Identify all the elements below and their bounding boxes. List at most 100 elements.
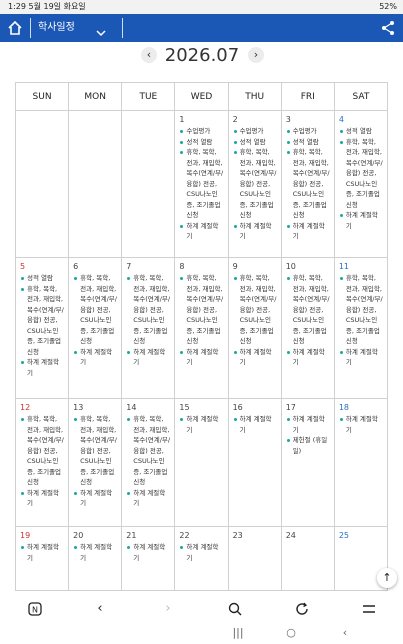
calendar-event[interactable]: 하계 계절학기 bbox=[339, 414, 383, 435]
calendar-day-cell[interactable]: 14 휴학, 복학, 전과, 재입학, 복수(연계/부/융합) 전공, CSU나노… bbox=[121, 398, 176, 527]
calendar-event[interactable]: 휴학, 복학, 전과, 재입학, 복수(연계/부/융합) 전공, CSU나노인증… bbox=[20, 284, 64, 358]
calendar-event[interactable]: 성적 열람 bbox=[286, 137, 330, 148]
next-month-button[interactable]: › bbox=[248, 47, 264, 63]
calendar-day-cell[interactable]: 24 bbox=[280, 526, 335, 591]
home-circle-icon[interactable]: ○ bbox=[283, 626, 299, 640]
calendar-event[interactable]: 휴학, 복학, 전과, 재입학, 복수(연계/부/융합) 전공, CSU나노인증… bbox=[20, 414, 64, 488]
calendar-day-cell[interactable]: 23 bbox=[227, 526, 282, 591]
calendar-event[interactable]: 휴학, 복학, 전과, 재입학, 복수(연계/부/융합) 전공, CSU나노인증… bbox=[126, 273, 170, 347]
weekday-header: WED bbox=[174, 82, 229, 111]
calendar-day-cell[interactable]: 1 수업평가 성적 열람 휴학, 복학, 전과, 재입학, 복수(연계/부/융합) 전… bbox=[174, 110, 229, 258]
calendar-day-cell[interactable]: 17 하계 계절학기 제헌절 (휴일일) bbox=[280, 398, 335, 527]
share-icon[interactable] bbox=[381, 20, 395, 36]
calendar-day-cell[interactable]: 20 하계 계절학기 bbox=[68, 526, 123, 591]
day-number: 1 bbox=[179, 115, 185, 124]
calendar-event[interactable]: 하계 계절학기 bbox=[286, 414, 330, 435]
calendar-event[interactable]: 하계 계절학기 bbox=[20, 488, 64, 509]
calendar-event[interactable]: 하계 계절학기 bbox=[73, 542, 117, 563]
calendar-event[interactable]: 하계 계절학기 bbox=[286, 221, 330, 242]
back-icon[interactable]: ‹ bbox=[90, 599, 110, 619]
calendar-event[interactable]: 휴학, 복학, 전과, 재입학, 복수(연계/부/융합) 전공, CSU나노인증… bbox=[339, 273, 383, 347]
search-icon[interactable] bbox=[225, 599, 245, 619]
recent-apps-icon[interactable]: ||| bbox=[230, 626, 246, 640]
calendar-day-cell[interactable]: 7 휴학, 복학, 전과, 재입학, 복수(연계/부/융합) 전공, CSU나노인… bbox=[121, 257, 176, 399]
calendar-event[interactable]: 제헌절 (휴일일) bbox=[286, 435, 330, 456]
calendar-event[interactable]: 하계 계절학기 bbox=[179, 542, 223, 563]
calendar-day-cell[interactable] bbox=[68, 110, 123, 258]
calendar-day-cell[interactable]: 18 하계 계절학기 bbox=[333, 398, 389, 527]
weekday-header: SAT bbox=[333, 82, 389, 111]
forward-icon[interactable]: › bbox=[158, 599, 178, 619]
refresh-icon[interactable] bbox=[292, 599, 312, 619]
calendar-event[interactable]: 하계 계절학기 bbox=[73, 488, 117, 509]
day-number: 19 bbox=[20, 531, 31, 540]
divider bbox=[122, 18, 123, 38]
day-number: 14 bbox=[126, 403, 137, 412]
calendar-event[interactable]: 하계 계절학기 bbox=[179, 221, 223, 242]
calendar-event[interactable]: 하계 계절학기 bbox=[126, 488, 170, 509]
calendar-event[interactable]: 수업평가 bbox=[179, 126, 223, 137]
calendar-event[interactable]: 하계 계절학기 bbox=[126, 542, 170, 563]
calendar-event[interactable]: 수업평가 bbox=[286, 126, 330, 137]
calendar-event[interactable]: 하계 계절학기 bbox=[179, 414, 223, 435]
prev-month-button[interactable]: ‹ bbox=[141, 47, 157, 63]
day-number: 4 bbox=[338, 115, 344, 124]
calendar-day-cell[interactable]: 11 휴학, 복학, 전과, 재입학, 복수(연계/부/융합) 전공, CSU나노… bbox=[333, 257, 389, 399]
calendar-day-cell[interactable]: 21 하계 계절학기 bbox=[121, 526, 176, 591]
calendar-event[interactable]: 성적 열람 bbox=[20, 273, 64, 284]
calendar-event[interactable]: 휴학, 복학, 전과, 재입학, 복수(연계/부/융합) 전공, CSU나노인증… bbox=[73, 273, 117, 347]
calendar-day-cell[interactable]: 4 성적 열람 휴학, 복학, 전과, 재입학, 복수(연계/부/융합) 전공, C… bbox=[333, 110, 389, 258]
calendar-event[interactable]: 성적 열람 bbox=[339, 126, 383, 137]
calendar-event[interactable]: 하계 계절학기 bbox=[286, 347, 330, 368]
day-number: 9 bbox=[232, 262, 238, 271]
calendar-day-cell[interactable] bbox=[14, 110, 70, 258]
calendar-event[interactable]: 하계 계절학기 bbox=[20, 542, 64, 563]
calendar-event[interactable]: 휴학, 복학, 전과, 재입학, 복수(연계/부/융합) 전공, CSU나노인증… bbox=[179, 273, 223, 347]
calendar-event[interactable]: 하계 계절학기 bbox=[20, 357, 64, 378]
calendar-day-cell[interactable]: 16 하계 계절학기 bbox=[227, 398, 282, 527]
calendar-day-cell[interactable]: 9 휴학, 복학, 전과, 재입학, 복수(연계/부/융합) 전공, CSU나노인… bbox=[227, 257, 282, 399]
divider bbox=[30, 18, 31, 38]
calendar-day-cell[interactable]: 13 휴학, 복학, 전과, 재입학, 복수(연계/부/융합) 전공, CSU나노… bbox=[68, 398, 123, 527]
calendar-week-row: 12 휴학, 복학, 전과, 재입학, 복수(연계/부/융합) 전공, CSU나노… bbox=[14, 398, 389, 527]
calendar-event[interactable]: 하계 계절학기 bbox=[339, 210, 383, 231]
calendar-day-cell[interactable]: 6 휴학, 복학, 전과, 재입학, 복수(연계/부/융합) 전공, CSU나노인… bbox=[68, 257, 123, 399]
calendar-day-cell[interactable]: 8 휴학, 복학, 전과, 재입학, 복수(연계/부/융합) 전공, CSU나노인… bbox=[174, 257, 229, 399]
chevron-down-icon[interactable] bbox=[96, 23, 106, 37]
calendar-day-cell[interactable]: 5 성적 열람 휴학, 복학, 전과, 재입학, 복수(연계/부/융합) 전공, C… bbox=[14, 257, 70, 399]
scroll-top-button[interactable]: ↑ bbox=[377, 568, 397, 588]
home-icon[interactable] bbox=[6, 19, 24, 37]
calendar-event[interactable]: 휴학, 복학, 전과, 재입학, 복수(연계/부/융합) 전공, CSU나노인증… bbox=[339, 137, 383, 211]
calendar-day-cell[interactable]: 22 하계 계절학기 bbox=[174, 526, 229, 591]
calendar-event[interactable]: 휴학, 복학, 전과, 재입학, 복수(연계/부/융합) 전공, CSU나노인증… bbox=[126, 414, 170, 488]
system-back-icon[interactable]: ‹ bbox=[337, 626, 353, 640]
calendar-event[interactable]: 수업평가 bbox=[233, 126, 277, 137]
calendar-event[interactable]: 하계 계절학기 bbox=[73, 347, 117, 368]
calendar-event[interactable]: 휴학, 복학, 전과, 재입학, 복수(연계/부/융합) 전공, CSU나노인증… bbox=[233, 273, 277, 347]
calendar-event[interactable]: 하계 계절학기 bbox=[233, 414, 277, 435]
calendar-event[interactable]: 하계 계절학기 bbox=[233, 221, 277, 242]
calendar-event[interactable]: 휴학, 복학, 전과, 재입학, 복수(연계/부/융합) 전공, CSU나노인증… bbox=[286, 273, 330, 347]
calendar-day-cell[interactable]: 15 하계 계절학기 bbox=[174, 398, 229, 527]
weekday-header: TUE bbox=[121, 82, 176, 111]
calendar-day-cell[interactable] bbox=[121, 110, 176, 258]
calendar-event[interactable]: 하계 계절학기 bbox=[233, 347, 277, 368]
calendar-event[interactable]: 성적 열람 bbox=[233, 137, 277, 148]
calendar-event[interactable]: 하계 계절학기 bbox=[339, 347, 383, 368]
calendar-event[interactable]: 하계 계절학기 bbox=[179, 347, 223, 368]
day-number: 17 bbox=[285, 403, 296, 412]
menu-icon[interactable] bbox=[359, 599, 379, 619]
calendar-event[interactable]: 휴학, 복학, 전과, 재입학, 복수(연계/부/융합) 전공, CSU나노인증… bbox=[73, 414, 117, 488]
calendar-day-cell[interactable]: 19 하계 계절학기 bbox=[14, 526, 70, 591]
calendar-day-cell[interactable]: 3 수업평가 성적 열람 휴학, 복학, 전과, 재입학, 복수(연계/부/융합) 전… bbox=[280, 110, 335, 258]
calendar-event[interactable]: 휴학, 복학, 전과, 재입학, 복수(연계/부/융합) 전공, CSU나노인증… bbox=[179, 147, 223, 221]
calendar-event[interactable]: 휴학, 복학, 전과, 재입학, 복수(연계/부/융합) 전공, CSU나노인증… bbox=[233, 147, 277, 221]
calendar-day-cell[interactable]: 10 휴학, 복학, 전과, 재입학, 복수(연계/부/융합) 전공, CSU나노… bbox=[280, 257, 335, 399]
day-number: 25 bbox=[338, 531, 350, 540]
calendar-day-cell[interactable]: 2 수업평가 성적 열람 휴학, 복학, 전과, 재입학, 복수(연계/부/융합) 전… bbox=[227, 110, 282, 258]
calendar-event[interactable]: 성적 열람 bbox=[179, 137, 223, 148]
calendar-event[interactable]: 휴학, 복학, 전과, 재입학, 복수(연계/부/융합) 전공, CSU나노인증… bbox=[286, 147, 330, 221]
naver-home-icon[interactable]: N bbox=[25, 599, 45, 619]
calendar-day-cell[interactable]: 12 휴학, 복학, 전과, 재입학, 복수(연계/부/융합) 전공, CSU나노… bbox=[14, 398, 70, 527]
calendar-event[interactable]: 하계 계절학기 bbox=[126, 347, 170, 368]
